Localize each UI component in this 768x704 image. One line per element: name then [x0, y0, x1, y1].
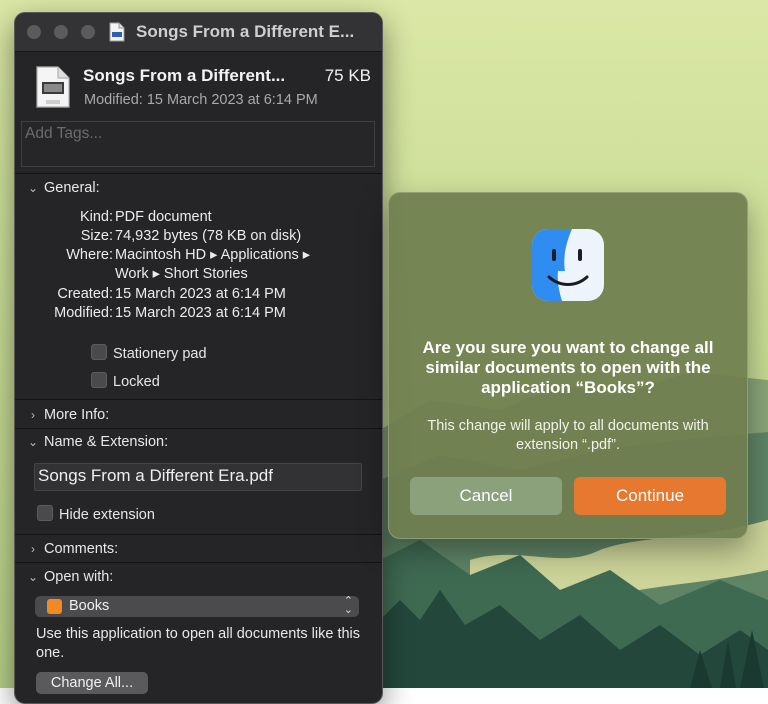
section-name-extension-toggle[interactable]: ⌄ Name & Extension: [26, 434, 168, 450]
open-with-description: Use this application to open all documen… [36, 626, 361, 661]
checkbox-box[interactable] [37, 505, 53, 521]
close-button[interactable] [27, 25, 41, 39]
created-value: 15 March 2023 at 6:14 PM [115, 286, 286, 302]
updown-chevron-icon: ⌃ ⌄ [343, 595, 353, 616]
section-comments-toggle[interactable]: › Comments: [26, 541, 118, 557]
locked-label: Locked [113, 374, 160, 390]
checkbox-box[interactable] [91, 372, 107, 388]
confirmation-dialog: Are you sure you want to change all simi… [388, 192, 748, 539]
cancel-button[interactable]: Cancel [410, 477, 562, 515]
books-icon [47, 599, 62, 614]
checkbox-box[interactable] [91, 344, 107, 360]
created-label: Created: [57, 286, 113, 302]
section-general-toggle[interactable]: ⌄ General: [26, 180, 100, 196]
tags-placeholder: Add Tags... [25, 125, 103, 142]
chevron-down-icon: ⌄ [27, 570, 39, 584]
modified-value: 15 March 2023 at 6:14 PM [115, 305, 286, 321]
hide-extension-label: Hide extension [59, 507, 155, 523]
stationery-pad-checkbox[interactable]: Stationery pad [91, 344, 207, 362]
file-name-field[interactable] [34, 463, 362, 491]
minimize-button[interactable] [54, 25, 68, 39]
kind-label: Kind: [79, 209, 113, 225]
chevron-down-icon: ⌄ [27, 181, 39, 195]
open-with-popup[interactable]: Books ⌃ ⌄ [35, 596, 359, 617]
chevron-down-icon: ⌄ [27, 435, 39, 449]
file-name-input[interactable] [35, 464, 356, 488]
section-open-with-label: Open with: [44, 569, 114, 585]
where-value-line2: Work ▸ Short Stories [115, 266, 248, 282]
stationery-pad-label: Stationery pad [113, 346, 207, 362]
section-name-extension-label: Name & Extension: [44, 434, 169, 450]
section-divider [15, 399, 382, 400]
dialog-message: This change will apply to all documents … [427, 418, 709, 453]
document-icon [109, 22, 125, 42]
dialog-heading: Are you sure you want to change all simi… [422, 338, 714, 397]
window-title: Songs From a Different E... [136, 22, 355, 41]
kind-value: PDF document [115, 209, 212, 225]
size-label: Size: [80, 228, 113, 244]
section-divider [15, 428, 382, 429]
where-label: Where: [66, 247, 113, 263]
continue-button[interactable]: Continue [574, 477, 726, 515]
info-window: Songs From a Different E... Songs From a… [14, 12, 383, 704]
zoom-button[interactable] [81, 25, 95, 39]
locked-checkbox[interactable]: Locked [91, 372, 160, 390]
file-size: 75 KB [324, 66, 371, 85]
hide-extension-checkbox[interactable]: Hide extension [37, 505, 155, 523]
section-divider [15, 534, 382, 535]
section-divider [15, 173, 382, 174]
chevron-right-icon: › [31, 408, 35, 422]
title-bar[interactable]: Songs From a Different E... [15, 13, 382, 52]
finder-icon [532, 229, 604, 301]
where-value-line1: Macintosh HD ▸ Applications ▸ [115, 247, 311, 263]
file-name: Songs From a Different... [83, 66, 286, 85]
open-with-app-name: Books [69, 598, 110, 614]
section-divider [15, 562, 382, 563]
section-open-with-toggle[interactable]: ⌄ Open with: [26, 569, 113, 585]
section-general-label: General: [44, 180, 100, 196]
modified-label: Modified: [54, 305, 113, 321]
chevron-right-icon: › [31, 542, 35, 556]
change-all-button[interactable]: Change All... [36, 672, 148, 694]
tags-input[interactable]: Add Tags... [21, 121, 375, 167]
section-more-info-label: More Info: [44, 407, 110, 423]
file-modified-date: Modified: 15 March 2023 at 6:14 PM [84, 92, 318, 108]
section-more-info-toggle[interactable]: › More Info: [26, 407, 109, 423]
size-value: 74,932 bytes (78 KB on disk) [115, 228, 302, 244]
section-comments-label: Comments: [44, 541, 119, 557]
pdf-document-icon [36, 66, 70, 108]
